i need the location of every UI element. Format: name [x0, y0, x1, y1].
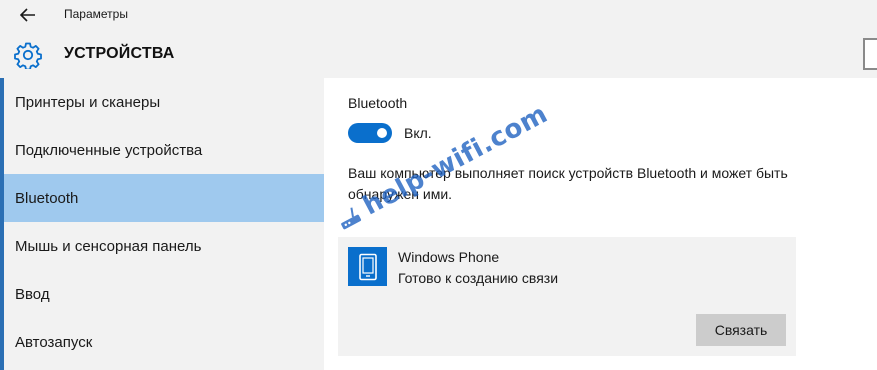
back-arrow-icon	[20, 8, 35, 22]
sidebar-item-label: Принтеры и сканеры	[15, 93, 161, 111]
bluetooth-description: Ваш компьютер выполняет поиск устройств …	[348, 165, 788, 202]
sidebar-item-label: Автозапуск	[15, 333, 93, 351]
connect-button[interactable]: Связать	[696, 314, 786, 346]
device-status: Готово к созданию связи	[398, 270, 559, 286]
sidebar-item-autoplay[interactable]: Автозапуск	[0, 318, 324, 366]
device-card[interactable]: Windows Phone Готово к созданию связи Св…	[338, 237, 796, 356]
main-content: Bluetooth Вкл. Ваш компьютер выполняет п…	[324, 78, 877, 370]
sidebar-item-bluetooth[interactable]: Bluetooth	[4, 174, 324, 222]
sidebar: Принтеры и сканеры Подключенные устройст…	[0, 78, 324, 370]
sidebar-item-printers[interactable]: Принтеры и сканеры	[0, 78, 324, 126]
toggle-knob	[377, 128, 387, 138]
sidebar-item-typing[interactable]: Ввод	[0, 270, 324, 318]
window-left-edge	[0, 78, 4, 370]
sidebar-item-label: Ввод	[15, 285, 50, 303]
toggle-label: Вкл.	[404, 125, 432, 141]
section-title: Bluetooth	[348, 95, 408, 111]
sidebar-item-label: Мышь и сенсорная панель	[15, 237, 202, 255]
back-button[interactable]	[12, 3, 44, 27]
title-bar: Параметры	[0, 0, 877, 30]
page-header: УСТРОЙСТВА	[0, 30, 877, 78]
sidebar-item-label: Подключенные устройства	[15, 141, 203, 159]
gear-icon	[14, 42, 42, 69]
bluetooth-toggle[interactable]	[348, 123, 392, 143]
sidebar-item-mouse-touchpad[interactable]: Мышь и сенсорная панель	[0, 222, 324, 270]
phone-icon	[348, 247, 387, 286]
device-name: Windows Phone	[398, 249, 500, 265]
search-input[interactable]	[863, 38, 877, 70]
page-title: УСТРОЙСТВА	[64, 45, 175, 62]
sidebar-item-connected-devices[interactable]: Подключенные устройства	[0, 126, 324, 174]
app-title: Параметры	[64, 7, 128, 21]
sidebar-item-label: Bluetooth	[15, 189, 79, 207]
